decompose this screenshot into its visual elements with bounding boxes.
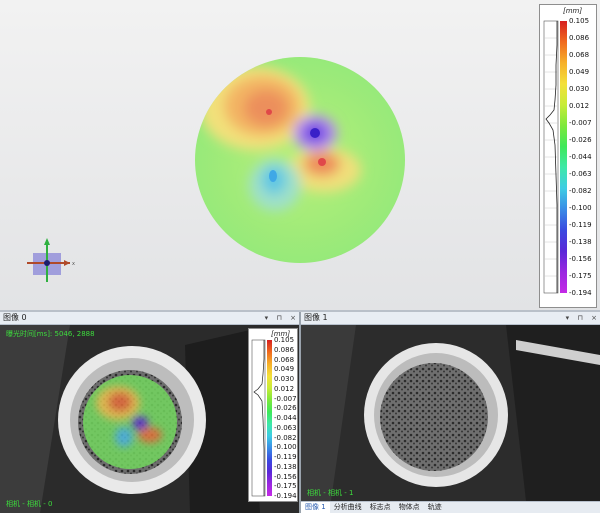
legend-tick-label: -0.156 [569,255,592,263]
legend-tick-label: -0.175 [569,272,592,280]
legend-tick-label: -0.063 [569,170,592,178]
dock-icon[interactable]: ⊓ [577,314,582,322]
legend-tick-label: 0.068 [274,355,295,364]
legend-tick-label: -0.100 [569,204,592,212]
panel-0-title: 图像 0 [3,313,27,322]
camera-1-scene [301,325,600,501]
legend-color-bar [560,21,567,293]
legend-tick-label: -0.063 [274,423,297,432]
legend-tick-label: -0.175 [274,482,297,491]
legend-tick-label: -0.007 [569,119,592,127]
camera-0-image[interactable]: 曝光时间[ms]: 5046, 2888 相机 - 相机 - 0 [mm] 0.… [0,325,299,513]
exposure-label: 曝光时间[ms]: 5046, 2888 [6,330,95,338]
deformation-disc [195,57,405,263]
legend-tick-label: 0.086 [569,34,590,42]
panel-1-titlebar: 图像 1 ▾ ⊓ × [301,312,600,325]
dock-icon[interactable]: ⊓ [276,314,281,322]
legend-tick-label: 0.105 [274,336,295,344]
close-icon[interactable]: × [290,314,296,322]
legend-tick-label: 0.086 [274,345,295,354]
axis-x-label: x [72,261,75,267]
legend-tick-label: -0.026 [569,136,592,144]
legend-tick-label: -0.044 [569,153,592,161]
tab-image-1[interactable]: 图像 1 [301,502,330,513]
panel-1-tabbar: 图像 1 分析曲线 标志点 物体点 轨迹 [301,501,600,513]
legend-tick-label: -0.026 [274,404,297,413]
tab-trajectory[interactable]: 轨迹 [424,502,446,513]
legend-tick-label: 0.030 [569,85,590,93]
legend-tick-label: -0.119 [274,453,297,461]
legend-tick-label: -0.044 [274,414,297,422]
legend-tick-label: 0.049 [274,365,295,374]
image-panel-1: 图像 1 ▾ ⊓ × 相机 - 相机 - 1 图像 1分析曲线 标志点 物体点 … [301,312,600,513]
legend-tick-label: -0.082 [274,433,297,442]
panel-1-title: 图像 1 [304,313,328,322]
legend-tick-label: 0.030 [274,375,295,383]
legend-0-color-bar [267,340,272,496]
image-panel-0: 图像 0 ▾ ⊓ × 曝光时间[ms]: 5046, 2888 相机 - 相机 … [0,312,299,513]
viewport-color-legend: [mm] 0.105 0.086 0.068 0.049 0.030 0.012 -0.00… [539,4,597,308]
legend-tick-label: 0.012 [274,384,295,393]
legend-tick-label: -0.138 [569,238,592,246]
legend-tick-label: 0.049 [569,68,590,76]
legend-tick-label: -0.138 [274,462,297,471]
camera-1-label: 相机 - 相机 - 1 [307,489,354,497]
legend-tick-label: -0.156 [274,472,297,481]
camera-1-image[interactable]: 相机 - 相机 - 1 [301,325,600,501]
legend-tick-label: -0.194 [274,492,297,500]
tab-object-points[interactable]: 物体点 [395,502,424,513]
axis-triad: x [27,238,75,282]
tab-analysis-curve[interactable]: 分析曲线 [330,502,366,513]
legend-tick-label: 0.105 [569,17,590,25]
legend-tick-label: -0.100 [274,443,297,452]
panel-0-titlebar: 图像 0 ▾ ⊓ × [0,312,299,325]
legend-tick-label: -0.007 [274,394,297,403]
legend-tick-label: 0.012 [569,102,590,110]
pin-icon[interactable]: ▾ [265,314,269,322]
close-icon[interactable]: × [591,314,597,322]
legend-tick-label: -0.082 [569,187,592,195]
deformation-map-svg: x [27,57,405,282]
image-0-color-legend: [mm] 0.105 0.086 0.068 0.049 0.030 0.012 -0.00… [248,328,298,502]
legend-tick-label: -0.119 [569,221,592,229]
legend-tick-label: -0.194 [569,289,592,297]
tab-markers[interactable]: 标志点 [366,502,395,513]
camera-0-label: 相机 - 相机 - 0 [6,500,53,508]
pin-icon[interactable]: ▾ [566,314,570,322]
3d-viewport[interactable]: x [mm] 0.105 0.086 0.068 0.049 0.030 0.012 -0.… [0,0,600,310]
legend-tick-label: 0.068 [569,51,590,59]
